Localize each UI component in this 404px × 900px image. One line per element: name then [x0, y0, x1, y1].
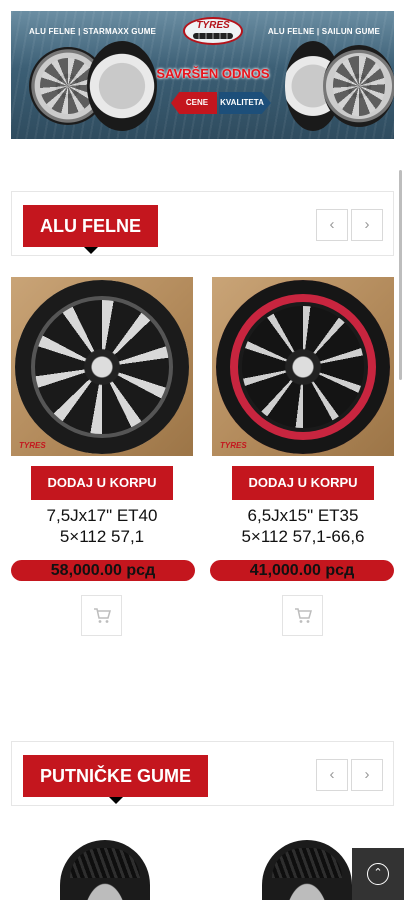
chevron-left-icon: ‹	[329, 216, 335, 233]
chevron-left-icon: ‹	[329, 766, 335, 783]
product-price: 58,000.00 рсд	[11, 560, 195, 581]
carousel-prev-button[interactable]: ‹	[316, 759, 348, 791]
carousel-arrows: ‹ ›	[316, 759, 383, 791]
tyres-logo: TYRES	[183, 17, 243, 45]
cart-icon-button[interactable]	[81, 595, 122, 636]
banner-caption-right: ALU FELNE | SAILUN GUME	[267, 27, 380, 36]
page-scrollbar[interactable]	[399, 170, 402, 380]
chevron-right-icon: ›	[364, 766, 370, 783]
logo-text: TYRES	[196, 20, 230, 31]
brand-watermark: TYRES	[19, 441, 46, 450]
product-title-line1: 6,5Jx15" ET35	[247, 506, 359, 525]
shopping-cart-icon	[295, 608, 312, 623]
brand-watermark: TYRES	[220, 441, 247, 450]
product-price: 41,000.00 рсд	[210, 560, 394, 581]
chevron-up-icon: ⌃	[367, 863, 389, 885]
tyre-product-image[interactable]	[262, 840, 352, 900]
product-title-line2: 5×112 57,1-66,6	[241, 527, 365, 546]
section-title-alu-felne: ALU FELNE	[23, 205, 158, 254]
add-to-cart-button[interactable]: DODAJ U KORPU	[31, 466, 173, 500]
carousel-arrows: ‹ ›	[316, 209, 383, 241]
carousel-next-button[interactable]: ›	[351, 209, 383, 241]
product-title[interactable]: 6,5Jx15" ET35 5×112 57,1-66,6	[212, 505, 394, 547]
pill-kvaliteta: KVALITETA	[219, 92, 271, 114]
banner-rim-right	[323, 45, 394, 127]
product-card: TYRES DODAJ U KORPU 6,5Jx15" ET35 5×112 …	[210, 277, 394, 637]
add-to-cart-button[interactable]: DODAJ U KORPU	[232, 466, 374, 500]
cart-icon-button[interactable]	[282, 595, 323, 636]
shopping-cart-icon	[94, 608, 111, 623]
logo-tyres-graphic	[193, 33, 233, 39]
banner-tyre-left	[87, 41, 157, 131]
promo-banner[interactable]: ALU FELNE | STARMAXX GUME ALU FELNE | SA…	[11, 11, 394, 139]
product-title-line2: 5×112 57,1	[59, 527, 145, 546]
section-header-alu-felne: ALU FELNE ‹ ›	[11, 191, 394, 256]
scroll-to-top-button[interactable]: ⌃	[352, 848, 404, 900]
carousel-next-button[interactable]: ›	[351, 759, 383, 791]
page: ALU FELNE | STARMAXX GUME ALU FELNE | SA…	[0, 0, 404, 900]
pill-cene: CENE	[171, 92, 217, 114]
product-card: TYRES DODAJ U KORPU 7,5Jx17" ET40 5×112 …	[11, 277, 195, 637]
banner-slogan: SAVRŠEN ODNOS	[156, 66, 270, 81]
product-title[interactable]: 7,5Jx17" ET40 5×112 57,1	[11, 505, 193, 547]
product-image[interactable]: TYRES	[212, 277, 394, 456]
alloy-rim-image	[216, 280, 390, 454]
section-header-putnicke-gume: PUTNIČKE GUME ‹ ›	[11, 741, 394, 806]
section-title-putnicke-gume: PUTNIČKE GUME	[23, 755, 209, 804]
tyre-product-image[interactable]	[60, 840, 150, 900]
carousel-prev-button[interactable]: ‹	[316, 209, 348, 241]
product-image[interactable]: TYRES	[11, 277, 193, 456]
alloy-rim-image	[15, 280, 189, 454]
banner-pills: CENE KVALITETA	[171, 92, 271, 114]
banner-caption-left: ALU FELNE | STARMAXX GUME	[29, 27, 157, 36]
product-title-line1: 7,5Jx17" ET40	[46, 506, 158, 525]
chevron-right-icon: ›	[364, 216, 370, 233]
